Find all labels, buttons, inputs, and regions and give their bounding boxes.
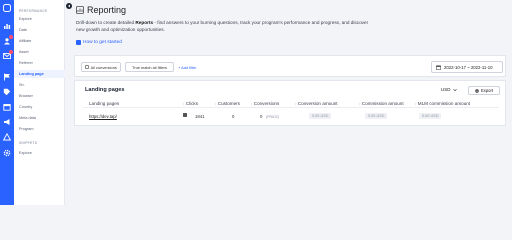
table-divider xyxy=(83,107,499,108)
download-icon xyxy=(475,88,479,93)
icon-rail xyxy=(0,0,14,205)
tag-icon[interactable] xyxy=(3,88,11,96)
mlm-commission-amount-value: 0.00 USD xyxy=(419,113,442,119)
description-bold: Reports xyxy=(135,20,154,25)
gear-icon[interactable] xyxy=(3,149,11,157)
envelope-icon[interactable] xyxy=(3,50,13,60)
how-to-label: How to get started xyxy=(83,40,122,45)
page-description: Drill-down to create detailed Reports - … xyxy=(76,19,376,33)
currency-value: USD xyxy=(441,87,451,92)
column-label: Clicks xyxy=(185,101,198,106)
landing-page-link[interactable]: https://dev.tap/ xyxy=(89,114,117,119)
chevron-down-icon xyxy=(452,88,457,91)
megaphone-icon[interactable] xyxy=(3,118,11,126)
date-range-value: 2022-10-17 ~ 2022-11-10 xyxy=(444,64,493,70)
column-header-mlm-commission-amount[interactable]: ↕ MLM commission amount xyxy=(415,101,470,106)
calendar-icon[interactable] xyxy=(3,103,11,111)
sidebar-item-browser[interactable]: Browser xyxy=(19,94,33,98)
landing-pages-panel: Landing pages USD Export Landing pages ↕… xyxy=(74,80,506,126)
date-range-picker[interactable]: 2022-10-17 ~ 2022-11-10 xyxy=(431,61,503,73)
column-label: Landing pages xyxy=(89,101,120,106)
sidebar-item-date[interactable]: Date xyxy=(19,28,27,32)
sidebar-item-explore[interactable]: Explore xyxy=(19,17,32,21)
checkbox-icon xyxy=(85,65,89,69)
filter-toolbar: All conversions True match all filters +… xyxy=(74,55,506,77)
all-conversions-label: All conversions xyxy=(90,64,117,70)
column-label: Commission amount xyxy=(361,101,404,106)
customers-value: 0 xyxy=(232,114,235,119)
sort-icon: ↕ xyxy=(183,101,185,106)
sidebar-item-snippets-explore[interactable]: Explore xyxy=(19,151,32,155)
sidebar-item-country[interactable]: Country xyxy=(19,105,32,109)
reporting-icon xyxy=(76,6,84,14)
sort-icon: ↕ xyxy=(415,101,417,106)
users-icon[interactable] xyxy=(3,35,13,45)
column-header-landing-pages[interactable]: Landing pages xyxy=(89,101,119,106)
sidebar-section-snippets: SNIPPETS xyxy=(19,141,38,145)
sort-icon: ↕ xyxy=(215,101,217,106)
column-header-customers[interactable]: ↕ Customers xyxy=(215,101,240,106)
column-header-conversions[interactable]: ↕ Conversions xyxy=(251,101,279,106)
how-to-link[interactable]: How to get started xyxy=(76,40,122,45)
column-header-clicks[interactable]: ↕ Clicks xyxy=(183,101,198,106)
book-icon xyxy=(76,40,81,45)
calendar-icon xyxy=(436,65,441,70)
sort-icon: ↕ xyxy=(295,101,297,106)
commission-amount-value: 0.00 USD xyxy=(365,113,388,119)
sidebar-item-landing-page[interactable]: Landing page xyxy=(19,72,44,76)
match-filters-button[interactable]: True match all filters xyxy=(125,62,174,72)
sidebar-item-meta-data[interactable]: Meta data xyxy=(19,116,36,120)
all-conversions-button[interactable]: All conversions xyxy=(81,62,121,72)
conversion-amount-value: 0.00 USD xyxy=(309,113,332,119)
flag-icon[interactable] xyxy=(3,73,11,81)
sort-icon: ↕ xyxy=(359,101,361,106)
currency-select[interactable]: USD xyxy=(441,87,457,92)
sidebar-item-referrer[interactable]: Referrer xyxy=(19,61,33,65)
sort-icon: ↕ xyxy=(251,101,253,106)
column-label: MLM commission amount xyxy=(417,101,471,106)
sidebar-item-asset[interactable]: Asset xyxy=(19,50,29,54)
triangle-icon[interactable] xyxy=(3,133,11,141)
column-header-commission-amount[interactable]: ↕ Commission amount xyxy=(359,101,404,106)
column-label: Conversion amount xyxy=(297,101,338,106)
sidebar-item-affiliate[interactable]: Affiliate xyxy=(19,39,31,43)
page-title: Reporting xyxy=(87,5,127,15)
open-in-new-icon[interactable] xyxy=(183,113,187,117)
chart-icon[interactable] xyxy=(3,22,11,30)
sidebar-item-program[interactable]: Program xyxy=(19,127,34,131)
notification-badge xyxy=(9,35,13,39)
column-label: Customers xyxy=(217,101,240,106)
logo-icon[interactable] xyxy=(3,4,11,12)
panel-title: Landing pages xyxy=(85,87,125,93)
arrow-left-icon xyxy=(68,4,70,8)
column-header-conversion-amount[interactable]: ↕ Conversion amount xyxy=(295,101,338,106)
sidebar-section-performance: PERFORMANCE xyxy=(19,9,48,13)
clicks-value: 1841 xyxy=(195,114,205,119)
sidebar-item-sh[interactable]: Sh. xyxy=(19,83,25,87)
export-label: Export xyxy=(480,88,494,93)
conversions-subvalue: (PRICE) xyxy=(266,115,280,119)
match-filters-label: True match all filters xyxy=(132,64,167,70)
export-button[interactable]: Export xyxy=(468,86,500,95)
back-button[interactable] xyxy=(66,3,72,9)
sidebar: PERFORMANCE Explore Date Affiliate Asset… xyxy=(14,0,65,205)
description-text: Drill-down to create detailed xyxy=(76,20,136,25)
column-label: Conversions xyxy=(253,101,280,106)
conversions-value: 0 xyxy=(260,114,263,119)
add-filter-link[interactable]: + Add filter xyxy=(178,65,197,70)
notification-badge xyxy=(9,50,13,54)
